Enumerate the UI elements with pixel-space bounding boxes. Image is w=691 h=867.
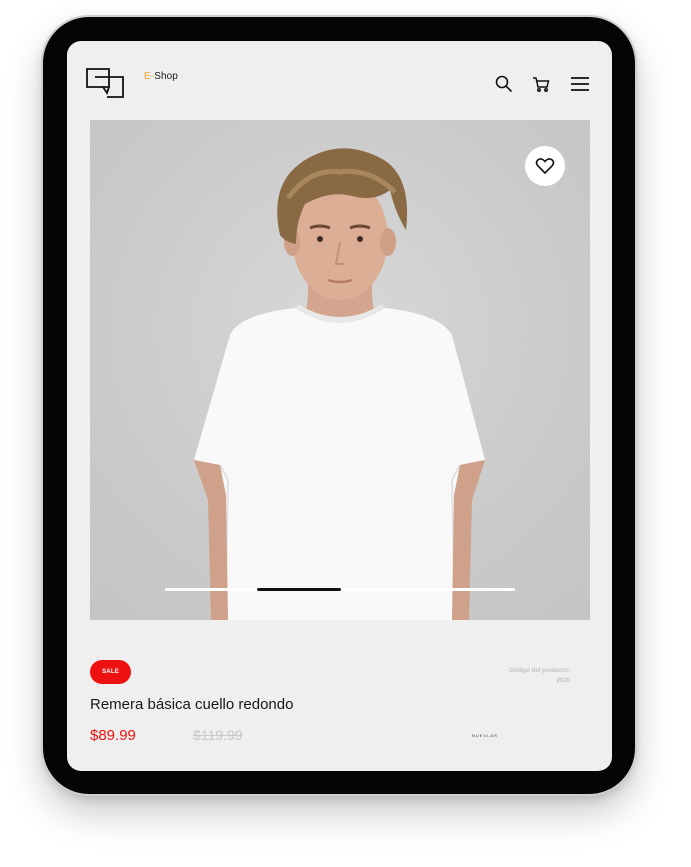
search-icon[interactable] xyxy=(495,75,513,93)
brand-name[interactable]: E-Shop xyxy=(144,71,178,82)
product-code: Código del producto: 2020 xyxy=(509,666,570,686)
sale-badge: SALE xyxy=(90,660,131,684)
product-old-price: $119.99 xyxy=(193,727,243,743)
product-image[interactable] xyxy=(90,120,590,620)
heart-icon xyxy=(535,158,555,175)
brand-text: Shop xyxy=(154,71,178,82)
model-photo xyxy=(194,148,485,620)
product-tag: NUEVLAR xyxy=(472,733,498,738)
favorite-button[interactable] xyxy=(525,146,565,186)
menu-icon[interactable] xyxy=(570,75,590,93)
brand-accent: E- xyxy=(144,71,155,82)
image-pager-active xyxy=(257,588,341,591)
logo-icon[interactable] xyxy=(85,67,125,99)
cart-icon[interactable] xyxy=(532,75,550,93)
product-price: $89.99 xyxy=(90,727,136,744)
product-title: Remera básica cuello redondo xyxy=(90,696,294,713)
image-pager[interactable] xyxy=(165,588,515,591)
product-code-value: 2020 xyxy=(556,678,570,684)
product-code-label: Código del producto: xyxy=(509,668,570,674)
app-screen: E-Shop SALE Código del producto: 2020 Re… xyxy=(67,41,612,771)
